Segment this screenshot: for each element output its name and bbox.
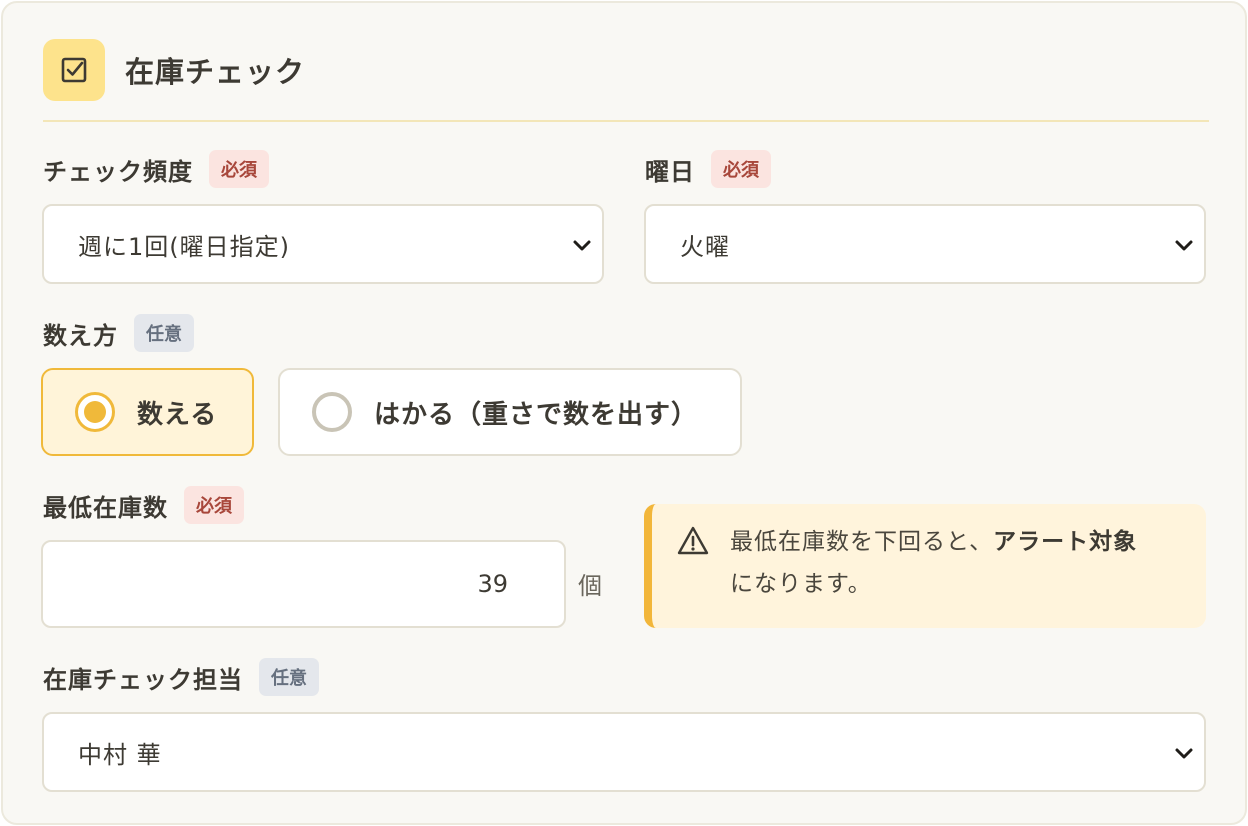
radio-option-count[interactable]: 数える xyxy=(41,368,254,456)
chevron-down-icon xyxy=(1175,748,1193,759)
radio-option-label: 数える xyxy=(137,399,218,430)
warning-icon xyxy=(677,526,709,555)
frequency-select-value: 週に1回(曜日指定) xyxy=(78,232,290,261)
alert-text-main: 最低在庫数を下回ると、 xyxy=(730,529,994,555)
radio-option-label: はかる（重さで数を出す） xyxy=(374,399,699,430)
card-header: 在庫チェック xyxy=(43,39,305,101)
alert-text: 最低在庫数を下回ると、アラート対象 になります。 xyxy=(730,521,1137,628)
weekday-label-row: 曜日 必須 xyxy=(645,149,771,189)
alert-text-end: になります。 xyxy=(730,571,872,597)
min-stock-label: 最低在庫数 xyxy=(43,493,168,522)
frequency-label: チェック頻度 xyxy=(43,157,193,186)
weekday-select-value: 火曜 xyxy=(680,232,730,261)
radio-unselected-indicator xyxy=(312,392,352,432)
assignee-label-row: 在庫チェック担当 任意 xyxy=(43,657,319,697)
alert-notice: 最低在庫数を下回ると、アラート対象 になります。 xyxy=(644,504,1206,628)
optional-badge: 任意 xyxy=(259,658,319,696)
optional-badge: 任意 xyxy=(134,314,194,352)
radio-selected-indicator xyxy=(75,392,115,432)
chevron-down-icon xyxy=(573,240,591,251)
count-method-label: 数え方 xyxy=(43,321,118,350)
chevron-down-icon xyxy=(1175,240,1193,251)
weekday-select[interactable]: 火曜 xyxy=(644,204,1206,284)
min-stock-label-row: 最低在庫数 必須 xyxy=(43,485,244,525)
checkbox-icon xyxy=(43,39,105,101)
header-divider xyxy=(43,120,1209,122)
min-stock-unit: 個 xyxy=(578,572,602,600)
assignee-label: 在庫チェック担当 xyxy=(43,665,243,694)
required-badge: 必須 xyxy=(209,150,269,188)
frequency-label-row: チェック頻度 必須 xyxy=(43,149,269,189)
required-badge: 必須 xyxy=(711,150,771,188)
assignee-select[interactable]: 中村 華 xyxy=(42,712,1206,792)
frequency-select[interactable]: 週に1回(曜日指定) xyxy=(42,204,604,284)
min-stock-input[interactable]: 39 xyxy=(41,540,566,628)
card-title: 在庫チェック xyxy=(125,55,306,89)
count-method-label-row: 数え方 任意 xyxy=(43,313,194,353)
required-badge: 必須 xyxy=(184,486,244,524)
assignee-select-value: 中村 華 xyxy=(78,740,162,769)
weekday-label: 曜日 xyxy=(645,157,695,186)
radio-option-weigh[interactable]: はかる（重さで数を出す） xyxy=(278,368,742,456)
alert-text-bold: アラート対象 xyxy=(993,529,1138,555)
